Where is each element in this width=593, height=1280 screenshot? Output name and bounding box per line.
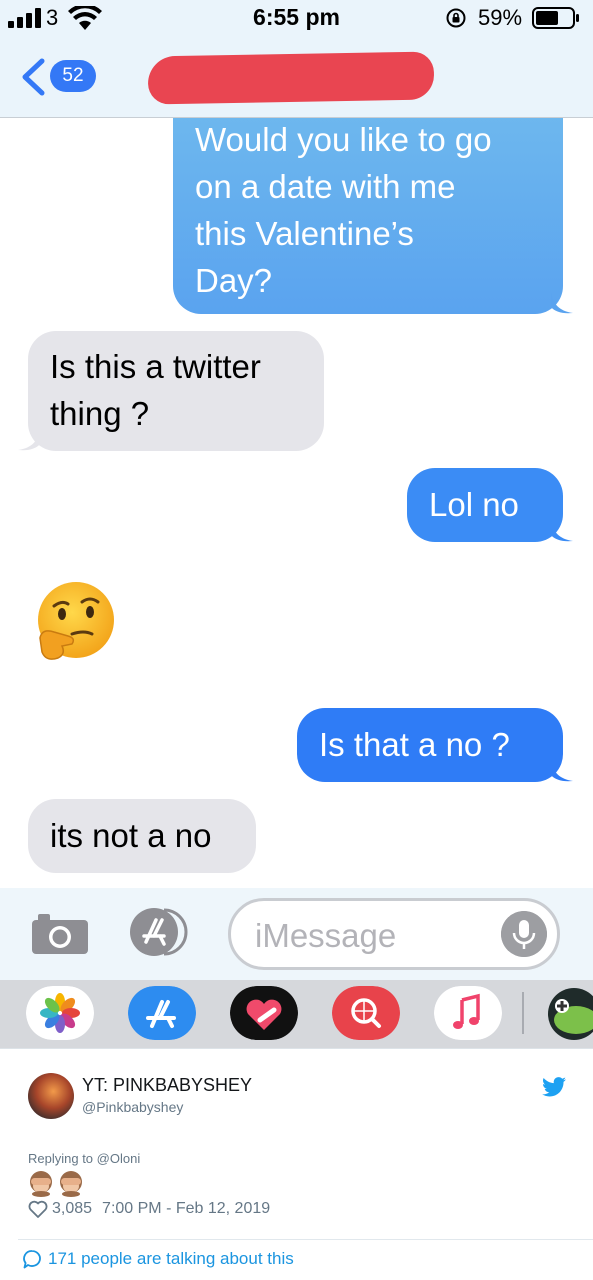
heart-icon[interactable] xyxy=(28,1200,48,1218)
digital-touch-icon[interactable] xyxy=(230,986,298,1040)
unread-count-badge[interactable]: 52 xyxy=(50,60,96,92)
redacted-contact-name xyxy=(147,51,435,105)
sent-message-bubble[interactable]: Would you like to go on a date with me t… xyxy=(173,118,573,314)
camera-icon[interactable] xyxy=(30,910,90,956)
back-chevron-icon[interactable] xyxy=(20,58,46,96)
imessage-app-drawer xyxy=(0,980,593,1048)
reply-mention-link[interactable]: @Oloni xyxy=(97,1151,141,1166)
message-text: Lol no xyxy=(429,486,519,523)
sent-message-bubble[interactable]: Lol no xyxy=(407,468,573,542)
message-line: this Valentine’s xyxy=(195,215,414,252)
bubble-tail xyxy=(551,760,573,782)
replying-prefix: Replying to xyxy=(28,1151,94,1166)
tweet-divider xyxy=(18,1239,593,1240)
received-message-bubble[interactable]: its not a no xyxy=(28,799,256,873)
see-no-evil-monkey-emoji xyxy=(30,1171,82,1197)
conversation-header: 52 xyxy=(0,36,593,118)
microphone-icon[interactable] xyxy=(501,911,547,957)
compose-bar: iMessage xyxy=(0,888,593,980)
message-line: thing ? xyxy=(50,395,150,432)
music-icon[interactable] xyxy=(434,986,502,1040)
thinking-face-emoji[interactable] xyxy=(32,580,116,664)
message-line: Would you like to go xyxy=(195,121,492,158)
imessage-placeholder: iMessage xyxy=(255,917,397,954)
embedded-tweet[interactable]: YT: PINKBABYSHEY @Pinkbabyshey Replying … xyxy=(0,1048,593,1280)
message-text: its not a no xyxy=(50,817,212,854)
like-count: 3,085 xyxy=(52,1200,93,1217)
tweet-meta: 3,085 7:00 PM - Feb 12, 2019 xyxy=(28,1197,270,1221)
battery-icon xyxy=(532,7,579,29)
images-search-icon[interactable] xyxy=(332,986,400,1040)
tweet-timestamp[interactable]: 7:00 PM - Feb 12, 2019 xyxy=(102,1200,270,1218)
battery-percent: 59% xyxy=(478,5,523,30)
twitter-bird-icon[interactable] xyxy=(542,1077,566,1097)
message-line: Day? xyxy=(195,262,273,299)
tweet-display-name[interactable]: YT: PINKBABYSHEY xyxy=(82,1075,252,1096)
bubble-tail xyxy=(551,292,573,314)
conversation-link[interactable]: 171 people are talking about this xyxy=(22,1249,294,1269)
bubble-tail xyxy=(551,520,573,542)
message-line: Is this a twitter xyxy=(50,348,261,385)
comment-icon xyxy=(23,1250,41,1269)
talking-count-text: 171 people are talking about this xyxy=(48,1249,294,1268)
status-bar: 3 6:55 pm 59% xyxy=(0,0,593,36)
avatar[interactable] xyxy=(28,1073,74,1119)
tweet-handle[interactable]: @Pinkbabyshey xyxy=(82,1099,183,1115)
sent-message-bubble[interactable]: Is that a no ? xyxy=(297,708,573,782)
imessage-input[interactable]: iMessage xyxy=(228,898,560,970)
app-store-icon[interactable] xyxy=(128,906,194,958)
game-icon[interactable] xyxy=(540,986,593,1040)
photos-icon[interactable] xyxy=(26,986,94,1040)
bubble-tail xyxy=(18,429,40,451)
app-store-app-icon[interactable] xyxy=(128,986,196,1040)
replying-to: Replying to @Oloni xyxy=(28,1151,140,1166)
rotation-lock-icon xyxy=(446,8,466,28)
message-thread[interactable]: Would you like to go on a date with me t… xyxy=(0,118,593,888)
drawer-divider xyxy=(522,992,524,1034)
message-line: on a date with me xyxy=(195,168,456,205)
received-message-bubble[interactable]: Is this a twitter thing ? xyxy=(18,331,324,451)
message-text: Is that a no ? xyxy=(319,726,510,763)
